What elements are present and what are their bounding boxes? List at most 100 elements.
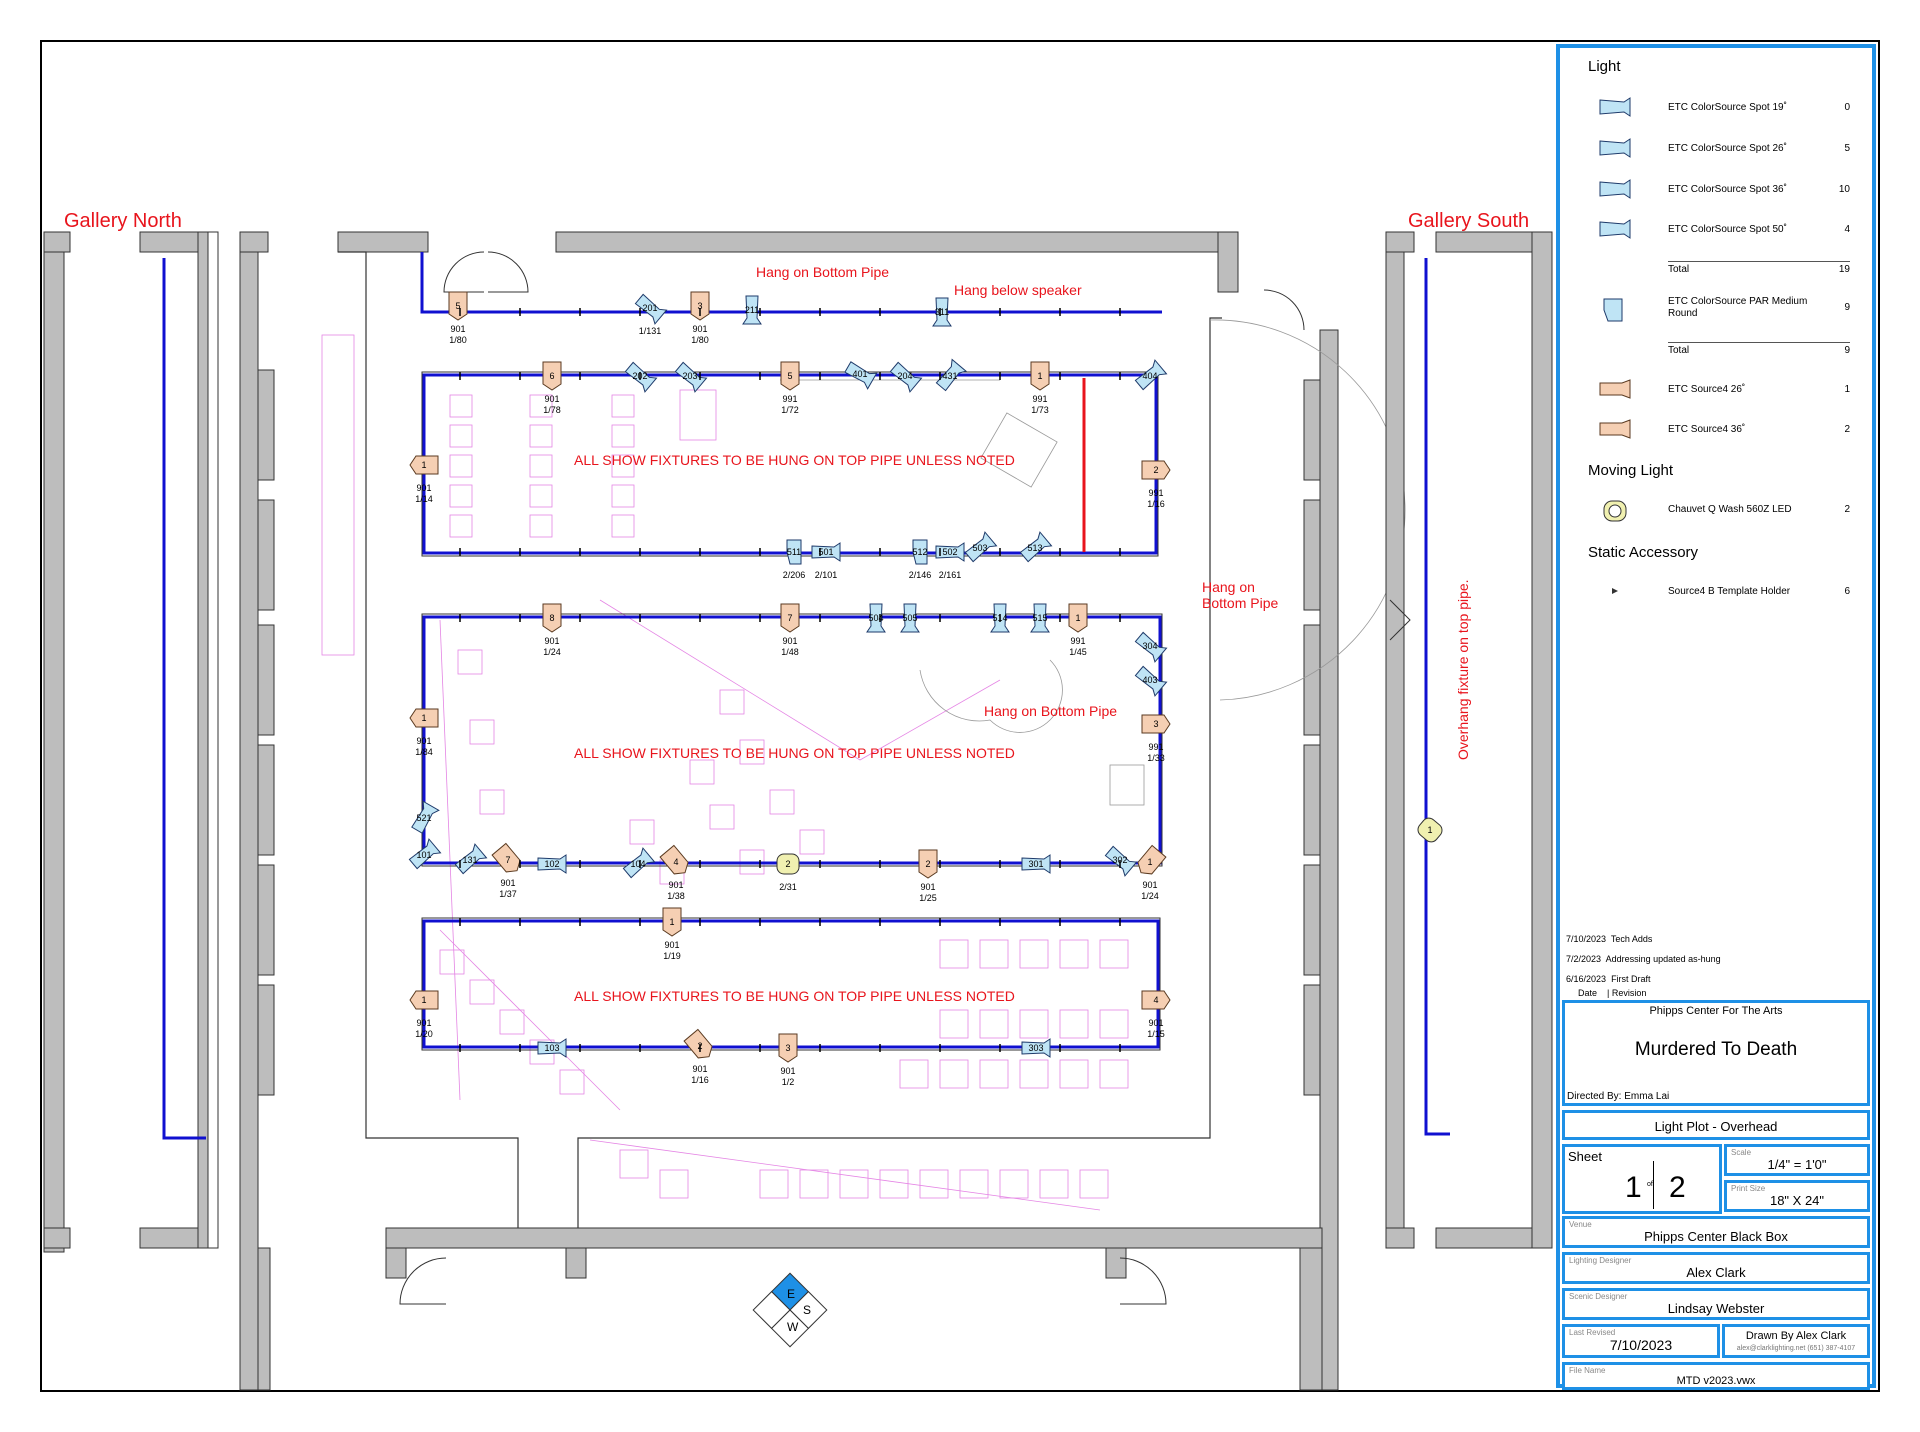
legend-static-heading: Static Accessory [1588,544,1699,561]
fixture-channel: 901 [500,878,515,888]
file-name-value: MTD v2023.vwx [1676,1375,1756,1387]
fixture-channel: 991 [1070,636,1085,646]
legend-row-s4-26: ETC Source4 26˚ 1 [1580,374,1850,404]
fixture-unit-number: 401 [852,369,867,379]
fixture-unit-number: 102 [544,859,559,869]
fixture-channel: 901 [544,394,559,404]
revision-row-3: 6/16/2023 First Draft [1566,974,1651,984]
fixture-unit-number: 504 [868,613,883,623]
compass-s: S [803,1303,811,1317]
fixture-unit-number: 4 [673,857,678,867]
fixture-mover-53: 1 [1417,817,1443,843]
fixture-channel: 901 [692,324,707,334]
fixture-unit-number: 203 [682,371,697,381]
venue-box: Venue Phipps Center Black Box [1562,1216,1870,1248]
fixture-address: 1/78 [543,405,561,415]
fixture-unit-number: 2 [785,859,790,869]
fixture-s4-1: 59011/80 [448,291,468,345]
fixture-unit-number: 1 [1037,371,1042,381]
fixture-spot-5: 311 [932,297,952,327]
fixture-spot-38: 102 [537,854,567,874]
template-holder-icon [1612,588,1618,594]
fixture-channel: 991 [1032,394,1047,404]
legend-total-par: Total 9 [1668,342,1850,356]
legend-row-spot36: ETC ColorSource Spot 36˚ 10 [1580,174,1850,204]
fixture-spot-25: 504 [866,603,886,633]
fixture-address: 2/101 [815,570,838,580]
spot-icon [1599,219,1631,239]
scenic-designer-box: Scenic Designer Lindsay Webster [1562,1288,1870,1320]
par-icon [1603,298,1623,322]
mover-icon [1603,500,1627,522]
fixture-spot-28: 515 [1030,603,1050,633]
print-size-box: Print Size 18" X 24" [1724,1180,1870,1212]
fixture-unit-number: 512 [912,547,927,557]
fixture-channel: 991 [1148,742,1163,752]
source4-icon [1599,379,1631,399]
spot-icon [1599,138,1631,158]
fixture-unit-number: 521 [416,813,431,823]
fixture-unit-number: 5 [787,371,792,381]
fixture-spot-21: 503 [964,531,998,563]
legend-total-spots: Total 19 [1668,261,1850,275]
lighting-designer-value: Alex Clark [1686,1265,1746,1280]
fixture-s4-42: 2 9011/25 [918,849,938,903]
fixture-address: 1/72 [781,405,799,415]
fixture-unit-number: 3 [1153,719,1158,729]
note-all-show-fixtures-2: ALL SHOW FIXTURES TO BE HUNG ON TOP PIPE… [574,745,1015,761]
fixture-unit-number: 513 [1027,543,1042,553]
note-all-show-fixtures-3: ALL SHOW FIXTURES TO BE HUNG ON TOP PIPE… [574,988,1015,1004]
last-revised-box: Last Revised 7/10/2023 [1562,1324,1720,1358]
show-title: Murdered To Death [1634,1039,1798,1060]
legend-row-spot26: ETC ColorSource Spot 26˚ 5 [1580,133,1850,163]
fixture-unit-number: 1 [669,917,674,927]
fixture-address: 1/48 [781,647,799,657]
fixture-spot-36: 131 [454,843,488,875]
fixture-address: 2/161 [939,570,962,580]
sheet-total: 2 [1669,1171,1686,1204]
fixture-address: 1/80 [449,335,467,345]
legend-row-spot19: ETC ColorSource Spot 19˚ 0 [1580,92,1850,122]
sheet-of: of [1647,1181,1653,1188]
legend-row-spot50: ETC ColorSource Spot 50˚ 4 [1580,214,1850,244]
fixture-address: 1/20 [415,1029,433,1039]
fixture-unit-number: 104 [630,859,645,869]
fixture-channel: 901 [416,736,431,746]
fixture-spot-43: 301 [1021,854,1051,874]
fixture-address: 1/80 [691,335,709,345]
sheet-title-box: Light Plot - Overhead [1562,1110,1870,1140]
compass-e: E [787,1287,795,1301]
gallery-south-label: Gallery South [1408,210,1529,232]
legend-light-heading: Light [1588,58,1621,75]
fixture-address: 1/131 [639,326,662,336]
fixture-channel: 901 [416,1018,431,1028]
scale-value: 1/4" = 1'0" [1767,1157,1827,1172]
fixture-address: 1/16 [1147,499,1165,509]
fixture-address: 1/15 [1147,1029,1165,1039]
fixture-s4-50: 29011/16 [683,1028,713,1085]
fixture-channel: 901 [1142,880,1157,890]
compass-w: W [787,1320,799,1334]
fixture-s4-51: 3 9011/2 [778,1033,798,1087]
fixture-s4-29: 1 9911/45 [1068,603,1088,657]
fixture-unit-number: 515 [1032,613,1047,623]
fixture-unit-number: 511 [787,547,801,557]
fixture-address: 1/19 [663,951,681,961]
scale-box: Scale 1/4" = 1'0" [1724,1144,1870,1176]
fixture-unit-number: 311 [935,307,949,317]
fixture-channel: 991 [1148,488,1163,498]
fixture-s4-40: 4 9011/38 [659,844,689,901]
compass-n: N [771,1303,780,1317]
fixture-spot-34: 521 [411,800,440,834]
fixture-address: 2/206 [783,570,806,580]
note-hang-below-speaker: Hang below speaker [954,282,1082,298]
last-revised-value: 7/10/2023 [1609,1337,1673,1353]
company-name: Phipps Center For The Arts [1649,1005,1783,1017]
source4-icon [1599,419,1631,439]
fixture-address: 1/45 [1069,647,1087,657]
fixture-unit-number: 1 [1147,857,1152,867]
fixture-address: 1/37 [499,889,517,899]
fixture-unit-number: 1 [421,713,426,723]
fixture-address: 1/73 [1031,405,1049,415]
fixture-s4-9: 5 9911/72 [780,361,800,415]
